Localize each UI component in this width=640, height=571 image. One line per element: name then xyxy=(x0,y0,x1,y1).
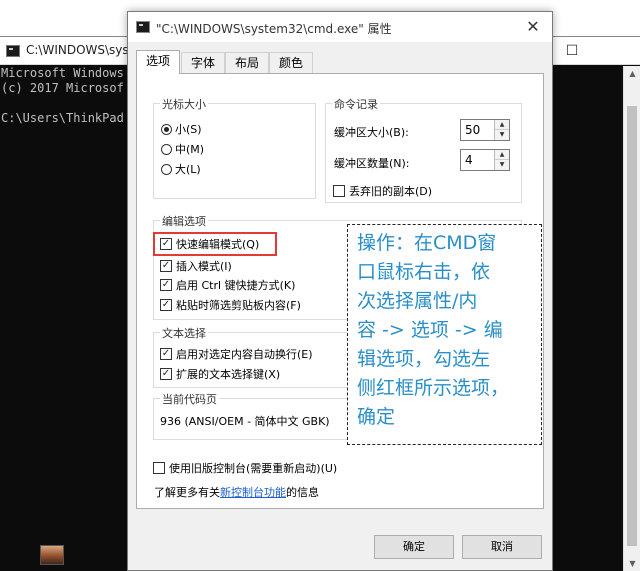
radio-icon[interactable] xyxy=(161,143,172,155)
annotation-line: 侧红框所示选项， xyxy=(357,377,510,399)
checkbox-label: 粘贴时筛选剪贴板内容(F) xyxy=(176,299,301,312)
checkbox-checked-icon[interactable]: ✓ xyxy=(160,348,172,360)
option-label: 大(L) xyxy=(175,163,201,176)
legacy-console-checkbox[interactable]: 使用旧版控制台(需要重新启动)(U) xyxy=(153,460,337,476)
learn-more-prefix: 了解更多有关 xyxy=(154,486,220,499)
checkbox-empty-icon[interactable] xyxy=(153,462,165,474)
tab-font[interactable]: 字体 xyxy=(181,52,226,73)
ok-button[interactable]: 确定 xyxy=(374,535,454,559)
checkbox-label: 插入模式(I) xyxy=(176,260,232,273)
close-icon[interactable]: ✕ xyxy=(522,17,544,37)
stepper-buttons[interactable]: ▲ ▼ xyxy=(494,150,509,170)
checkbox-checked-icon[interactable]: ✓ xyxy=(160,260,172,272)
insert-mode-checkbox[interactable]: ✓ 插入模式(I) xyxy=(160,258,232,274)
dialog-titlebar: "C:\WINDOWS\system32\cmd.exe" 属性 ✕ xyxy=(128,12,552,42)
console-app-icon xyxy=(6,45,20,57)
annotation-line: 辑选项，勾选左 xyxy=(357,348,491,370)
stepper-buttons[interactable]: ▲ ▼ xyxy=(494,120,509,140)
annotation-line: 次选择属性/内 xyxy=(357,290,478,312)
codepage-title: 当前代码页 xyxy=(160,391,219,407)
annotation-line: 容 -> 选项 -> 编 xyxy=(357,319,503,341)
radio-selected-icon[interactable] xyxy=(161,123,172,135)
checkbox-checked-icon[interactable]: ✓ xyxy=(160,368,172,380)
learn-more-suffix: 的信息 xyxy=(286,486,319,499)
checkbox-checked-icon[interactable]: ✓ xyxy=(160,299,172,311)
taskbar-thumbnail[interactable] xyxy=(40,545,64,565)
stepper-up-arrow-icon[interactable]: ▲ xyxy=(495,150,509,160)
text-selection-title: 文本选择 xyxy=(160,325,208,341)
checkbox-label: 使用旧版控制台(需要重新启动)(U) xyxy=(169,462,338,475)
stepper-down-arrow-icon[interactable]: ▼ xyxy=(495,130,509,140)
stepper-up-arrow-icon[interactable]: ▲ xyxy=(495,120,509,130)
buffer-count-value: 4 xyxy=(465,153,473,167)
annotation-line: 操作：在CMD窗 xyxy=(357,232,497,254)
tab-layout[interactable]: 布局 xyxy=(225,52,270,73)
checkbox-label: 启用 Ctrl 键快捷方式(K) xyxy=(176,279,296,292)
buffer-size-stepper[interactable]: 50 ▲ ▼ xyxy=(460,119,510,141)
cursor-size-large-option[interactable]: 大(L) xyxy=(161,161,201,177)
cmd-app-icon xyxy=(136,21,150,33)
buffer-count-label: 缓冲区数量(N): xyxy=(334,157,410,170)
highlight-box xyxy=(153,232,277,256)
tab-colors[interactable]: 颜色 xyxy=(269,52,314,73)
checkbox-label: 启用对选定内容自动换行(E) xyxy=(176,348,313,361)
scroll-up-arrow-icon[interactable]: ▲ xyxy=(624,66,640,81)
buffer-size-value: 50 xyxy=(465,123,481,137)
dialog-title: "C:\WINDOWS\system32\cmd.exe" 属性 xyxy=(156,22,392,36)
buffer-count-stepper[interactable]: 4 ▲ ▼ xyxy=(460,149,510,171)
scroll-thumb[interactable] xyxy=(627,106,637,546)
console-scrollbar[interactable]: ▲ ▼ xyxy=(623,66,640,571)
cursor-size-title: 光标大小 xyxy=(160,96,208,112)
option-label: 小(S) xyxy=(175,123,202,136)
new-console-features-link[interactable]: 新控制台功能 xyxy=(220,486,286,499)
cursor-size-medium-option[interactable]: 中(M) xyxy=(161,141,204,157)
console-title: C:\WINDOWS\syst xyxy=(26,43,134,57)
command-history-title: 命令记录 xyxy=(332,96,380,112)
maximize-button[interactable]: ☐ xyxy=(557,41,587,61)
learn-more-text: 了解更多有关新控制台功能的信息 xyxy=(154,484,319,500)
ctrl-shortcuts-checkbox[interactable]: ✓ 启用 Ctrl 键快捷方式(K) xyxy=(160,277,295,293)
edit-options-title: 编辑选项 xyxy=(160,213,208,229)
option-label: 中(M) xyxy=(175,143,205,156)
checkbox-label: 丢弃旧的副本(D) xyxy=(349,185,433,198)
annotation-line: 口鼠标右击，依 xyxy=(357,261,491,283)
buffer-size-label: 缓冲区大小(B): xyxy=(334,126,409,139)
checkbox-empty-icon[interactable] xyxy=(333,185,345,197)
line-wrap-checkbox[interactable]: ✓ 启用对选定内容自动换行(E) xyxy=(160,346,313,362)
instruction-annotation: 操作：在CMD窗 口鼠标右击，依 次选择属性/内 容 -> 选项 -> 编 辑选… xyxy=(347,224,542,445)
codepage-value: 936 (ANSI/OEM - 简体中文 GBK) xyxy=(160,415,330,428)
cancel-button[interactable]: 取消 xyxy=(462,535,542,559)
radio-icon[interactable] xyxy=(161,163,172,175)
filter-paste-checkbox[interactable]: ✓ 粘贴时筛选剪贴板内容(F) xyxy=(160,297,301,313)
discard-duplicates-checkbox[interactable]: 丢弃旧的副本(D) xyxy=(333,183,432,199)
stepper-down-arrow-icon[interactable]: ▼ xyxy=(495,160,509,170)
cursor-size-small-option[interactable]: 小(S) xyxy=(161,121,202,137)
extended-keys-checkbox[interactable]: ✓ 扩展的文本选择键(X) xyxy=(160,366,280,382)
checkbox-checked-icon[interactable]: ✓ xyxy=(160,279,172,291)
checkbox-label: 扩展的文本选择键(X) xyxy=(176,368,281,381)
scroll-down-arrow-icon[interactable]: ▼ xyxy=(624,556,640,571)
annotation-line: 确定 xyxy=(357,406,396,428)
tab-options[interactable]: 选项 xyxy=(136,50,181,74)
